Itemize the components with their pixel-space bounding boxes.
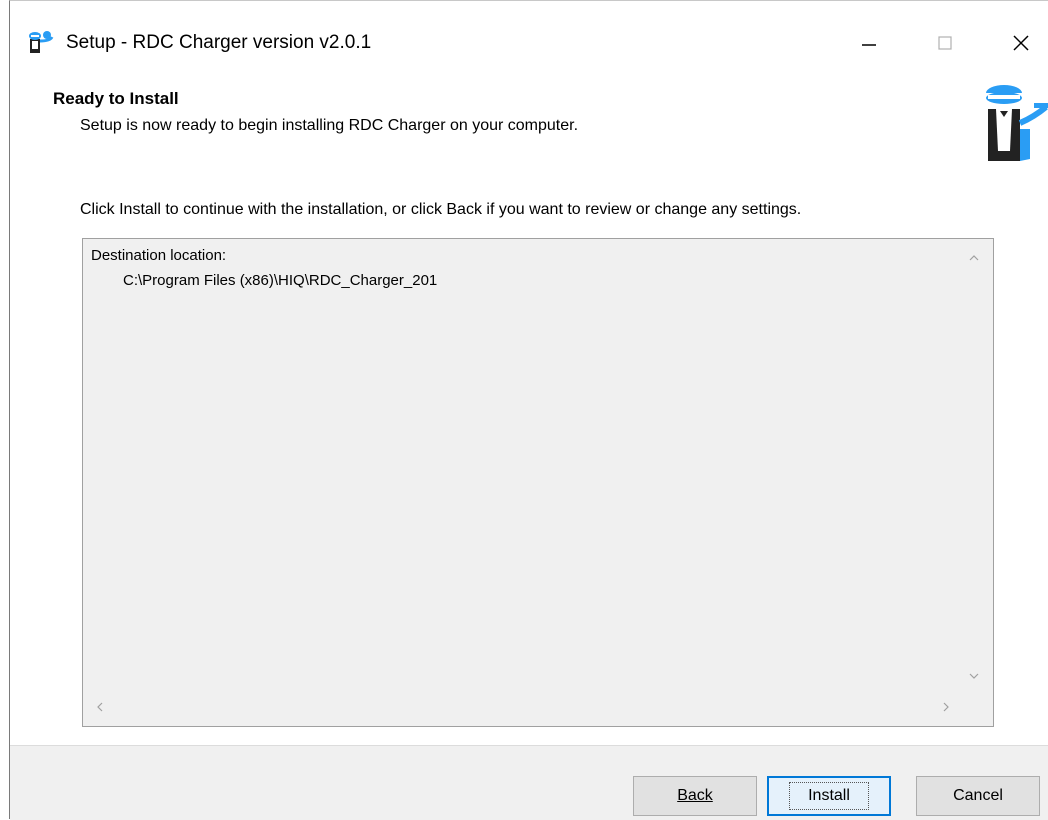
ready-memo-box[interactable]: Destination location: C:\Program Files (… <box>82 238 994 727</box>
scroll-down-icon[interactable] <box>967 669 981 683</box>
install-button-label: Install <box>789 782 869 810</box>
button-panel: Back Install Cancel <box>10 745 1048 820</box>
app-icon <box>29 31 54 53</box>
background-strip <box>0 0 9 819</box>
maximize-button[interactable] <box>922 25 968 61</box>
back-button-label: Back <box>677 787 713 804</box>
scroll-left-icon[interactable] <box>93 700 107 714</box>
title-bar[interactable]: Setup - RDC Charger version v2.0.1 <box>10 1 1048 79</box>
back-button[interactable]: Back <box>633 776 757 816</box>
memo-destination-label: Destination location: <box>91 247 227 264</box>
cancel-button-label: Cancel <box>953 787 1003 804</box>
minimize-icon <box>862 44 876 46</box>
minimize-button[interactable] <box>846 25 892 61</box>
mascot-logo-icon <box>986 85 1048 161</box>
memo-destination-path: C:\Program Files (x86)\HIQ\RDC_Charger_2… <box>123 272 438 289</box>
maximize-icon <box>938 36 952 50</box>
window-title: Setup - RDC Charger version v2.0.1 <box>66 32 372 53</box>
cancel-button[interactable]: Cancel <box>916 776 1040 816</box>
page-subtitle: Setup is now ready to begin installing R… <box>80 117 579 134</box>
close-button[interactable] <box>998 25 1044 61</box>
install-button[interactable]: Install <box>767 776 891 816</box>
page-title: Ready to Install <box>53 89 179 108</box>
setup-window: Setup - RDC Charger version v2.0.1 Ready… <box>9 0 1048 820</box>
scroll-right-icon[interactable] <box>939 700 953 714</box>
scroll-up-icon[interactable] <box>967 251 981 265</box>
close-icon <box>1013 35 1029 51</box>
instruction-text: Click Install to continue with the insta… <box>80 201 802 218</box>
